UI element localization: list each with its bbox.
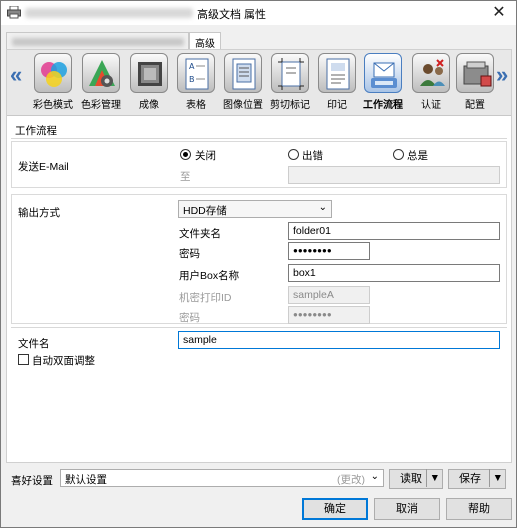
radio-off[interactable] (180, 149, 191, 160)
radio-always[interactable] (393, 149, 404, 160)
output-method-label: 输出方式 (18, 207, 60, 219)
configuration-icon (456, 53, 494, 93)
window-title: 高级文档 属性 (197, 9, 267, 21)
printer-icon (7, 6, 21, 19)
file-name-field[interactable]: sample (178, 331, 500, 349)
send-email-label: 发送E-Mail (18, 161, 69, 173)
image-position-icon (224, 53, 262, 93)
fn-authentication[interactable]: 认证 (407, 53, 455, 115)
color-management-icon (82, 53, 120, 93)
output-method-value: HDD存储 (183, 205, 227, 217)
stamp-icon (318, 53, 356, 93)
fn-color-mode[interactable]: 彩色模式 (29, 53, 77, 115)
advanced-panel: « 彩色模式 色彩管理 成像 A B 表格 图像位置 剪切标记 印记 工作流程 … (6, 49, 512, 463)
fn-crop-mark[interactable]: 剪切标记 (266, 53, 314, 115)
read-dropdown-icon[interactable]: ▼ (425, 469, 440, 487)
svg-text:A: A (189, 62, 195, 71)
tab-printer-name[interactable] (6, 32, 189, 50)
folder-name-label: 文件夹名 (179, 228, 221, 240)
imaging-icon (130, 53, 168, 93)
help-button[interactable]: 帮助 (446, 498, 512, 520)
fn-color-mode-label: 彩色模式 (33, 100, 73, 111)
radio-on-error[interactable] (288, 149, 299, 160)
function-icon-bar: « 彩色模式 色彩管理 成像 A B 表格 图像位置 剪切标记 印记 工作流程 … (7, 50, 511, 116)
chevron-down-icon: ⌄ (370, 471, 379, 482)
fn-crop-mark-label: 剪切标记 (270, 100, 310, 111)
favorites-label: 喜好设置 (11, 475, 53, 487)
fn-color-management[interactable]: 色彩管理 (77, 53, 125, 115)
fn-stamp-label: 印记 (327, 100, 347, 111)
properties-dialog: 高级文档 属性 ✕ 高级 « 彩色模式 色彩管理 成像 A B 表格 图像位置 … (0, 0, 517, 528)
fn-form-label: 表格 (186, 100, 206, 111)
chevron-down-icon: ⌄ (318, 202, 327, 213)
folder-name-field[interactable]: folder01 (288, 222, 500, 240)
auto-duplex-checkbox[interactable] (18, 354, 29, 365)
fn-workflow[interactable]: 工作流程 (359, 53, 407, 115)
auto-duplex-label: 自动双面调整 (32, 355, 95, 367)
secure-print-id-label: 机密打印ID (179, 292, 232, 304)
radio-off-label: 关闭 (195, 150, 216, 162)
filename-divider (11, 327, 507, 328)
section-title-workflow: 工作流程 (15, 125, 57, 137)
section-divider (11, 138, 507, 139)
favorites-value: 默认设置 (65, 474, 107, 486)
fn-workflow-label: 工作流程 (363, 100, 403, 111)
email-to-label: 至 (180, 171, 191, 183)
title-printer-name-redacted (25, 8, 193, 18)
password-field[interactable]: ●●●●●●●● (288, 242, 370, 260)
tab-strip: 高级 (6, 32, 512, 50)
save-dropdown-icon[interactable]: ▼ (488, 469, 503, 487)
secure-password-label: 密码 (179, 312, 200, 324)
fn-image-position[interactable]: 图像位置 (219, 53, 267, 115)
output-method-select[interactable]: HDD存储 ⌄ (178, 200, 332, 218)
file-name-label: 文件名 (18, 338, 50, 350)
favorites-bar: 喜好设置 默认设置 (更改) ⌄ 读取 ▼ 保存 ▼ (6, 467, 512, 491)
fn-imaging[interactable]: 成像 (125, 53, 173, 115)
fn-configuration-label: 配置 (465, 100, 485, 111)
read-button[interactable]: 读取 ▼ (389, 469, 443, 489)
radio-on-error-label: 出错 (302, 150, 323, 162)
read-button-label: 读取 (400, 473, 422, 485)
tab-advanced[interactable]: 高级 (189, 32, 221, 50)
secure-password-field[interactable]: ●●●●●●●● (288, 306, 370, 324)
radio-always-label: 总是 (407, 150, 428, 162)
fn-imaging-label: 成像 (139, 100, 159, 111)
fn-image-position-label: 图像位置 (223, 100, 263, 111)
close-icon[interactable]: ✕ (490, 4, 508, 22)
title-bar: 高级文档 属性 ✕ (1, 1, 516, 25)
fn-color-management-label: 色彩管理 (81, 100, 121, 111)
form-icon: A B (177, 53, 215, 93)
fn-stamp[interactable]: 印记 (313, 53, 361, 115)
crop-mark-icon (271, 53, 309, 93)
favorites-changed-indicator: (更改) (337, 474, 365, 486)
fn-form[interactable]: A B 表格 (172, 53, 220, 115)
fn-configuration[interactable]: 配置 (451, 53, 499, 115)
tab-printer-name-redacted (12, 38, 184, 46)
save-button-label: 保存 (459, 473, 481, 485)
secure-print-id-field[interactable]: sampleA (288, 286, 370, 304)
scroll-left-icon[interactable]: « (10, 64, 22, 86)
user-box-name-field[interactable]: box1 (288, 264, 500, 282)
fn-authentication-label: 认证 (421, 100, 441, 111)
save-button[interactable]: 保存 ▼ (448, 469, 506, 489)
svg-text:B: B (189, 75, 195, 84)
cancel-button[interactable]: 取消 (374, 498, 440, 520)
user-box-name-label: 用户Box名称 (179, 270, 240, 282)
workflow-icon (364, 53, 402, 93)
password-label: 密码 (179, 248, 200, 260)
authentication-icon (412, 53, 450, 93)
scroll-right-icon[interactable]: » (496, 64, 508, 86)
color-mode-icon (34, 53, 72, 93)
favorites-select[interactable]: 默认设置 (更改) ⌄ (60, 469, 384, 487)
email-to-field[interactable] (288, 166, 500, 184)
ok-button[interactable]: 确定 (302, 498, 368, 520)
